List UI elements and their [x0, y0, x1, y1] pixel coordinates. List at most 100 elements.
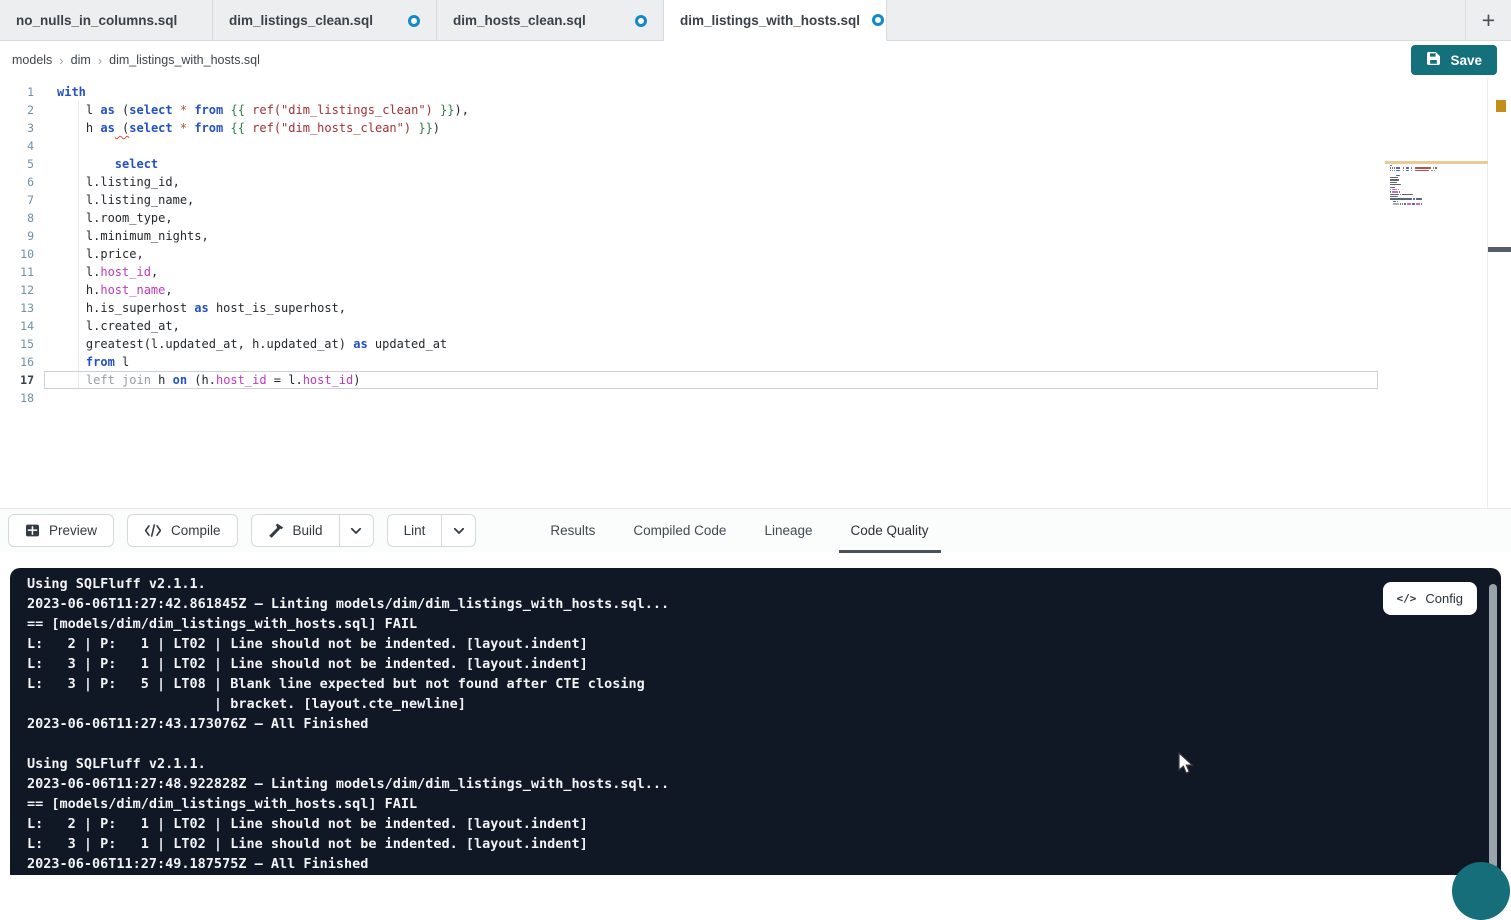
- code-token: as: [194, 301, 208, 315]
- code-token: (h.: [187, 373, 216, 387]
- code-line[interactable]: 17 left join h on (h.host_id = l.host_id…: [0, 371, 1511, 389]
- code-token: ref("dim_listings_clean"): [252, 103, 433, 117]
- editor-tab[interactable]: no_nulls_in_columns.sql: [0, 0, 213, 41]
- minimap-line: [1390, 177, 1462, 178]
- code-editor[interactable]: 1with2 l as (select * from {{ ref("dim_l…: [0, 79, 1511, 508]
- save-button[interactable]: Save: [1411, 45, 1497, 75]
- line-number: 17: [0, 371, 34, 389]
- line-number: 2: [0, 101, 34, 119]
- code-token: ,: [151, 265, 158, 279]
- code-token: with: [57, 85, 86, 99]
- chevron-down-icon: [350, 527, 362, 535]
- line-number: 18: [0, 389, 34, 407]
- panel-tab-lineage[interactable]: Lineage: [750, 509, 826, 553]
- code-line[interactable]: 11 l.host_id,: [0, 263, 1511, 281]
- code-line[interactable]: 12 h.host_name,: [0, 281, 1511, 299]
- line-number: 12: [0, 281, 34, 299]
- code-line[interactable]: 4: [0, 137, 1511, 155]
- config-button[interactable]: </> Config: [1383, 582, 1477, 615]
- code-text: l.host_id,: [57, 263, 158, 281]
- minimap-line: [1390, 201, 1462, 202]
- line-number: 15: [0, 335, 34, 353]
- code-token: host_is_superhost,: [209, 301, 346, 315]
- code-line[interactable]: 6 l.listing_id,: [0, 173, 1511, 191]
- floppy-disk-icon: [1426, 51, 1441, 69]
- code-text: h.is_superhost as host_is_superhost,: [57, 299, 346, 317]
- panel-tab-results[interactable]: Results: [536, 509, 609, 553]
- terminal-line: L: 3 | P: 5 | LT08 | Blank line expected…: [27, 674, 669, 694]
- terminal-line: | bracket. [layout.cte_newline]: [27, 694, 669, 714]
- help-chat-bubble-button[interactable]: [1452, 862, 1510, 920]
- terminal-line: L: 3 | P: 1 | LT02 | Line should not be …: [27, 654, 669, 674]
- terminal-line: Using SQLFluff v2.1.1.: [27, 754, 669, 774]
- code-line[interactable]: 14 l.created_at,: [0, 317, 1511, 335]
- code-line[interactable]: 2 l as (select * from {{ ref("dim_listin…: [0, 101, 1511, 119]
- breadcrumb-item[interactable]: dim_listings_with_hosts.sql: [109, 53, 260, 67]
- code-line[interactable]: 1with: [0, 83, 1511, 101]
- code-line[interactable]: 10 l.price,: [0, 245, 1511, 263]
- code-text: greatest(l.updated_at, h.updated_at) as …: [57, 335, 447, 353]
- code-line[interactable]: 5 select: [0, 155, 1511, 173]
- code-token: [173, 121, 180, 135]
- new-tab-button[interactable]: +: [1465, 0, 1511, 40]
- code-line[interactable]: 3 h as (select * from {{ ref("dim_hosts_…: [0, 119, 1511, 137]
- code-token: updated_at: [368, 337, 447, 351]
- chevron-down-icon: [453, 527, 465, 535]
- code-token: from: [86, 355, 115, 369]
- tab-label: dim_hosts_clean.sql: [453, 13, 586, 28]
- terminal-line: == [models/dim/dim_listings_with_hosts.s…: [27, 614, 669, 634]
- minimap-line: [1390, 203, 1462, 204]
- minimap-line: [1390, 206, 1462, 207]
- code-text: select: [57, 155, 158, 173]
- build-button-group: Build: [251, 514, 374, 547]
- code-token: as: [100, 121, 114, 135]
- editor-tab[interactable]: dim_listings_clean.sql: [213, 0, 437, 41]
- code-line[interactable]: 15 greatest(l.updated_at, h.updated_at) …: [0, 335, 1511, 353]
- code-text: l as (select * from {{ ref("dim_listings…: [57, 101, 469, 119]
- code-token: l: [57, 103, 100, 117]
- terminal-line: L: 2 | P: 1 | LT02 | Line should not be …: [27, 634, 669, 654]
- code-token: }}: [440, 103, 454, 117]
- code-line[interactable]: 18: [0, 389, 1511, 407]
- preview-button[interactable]: Preview: [9, 515, 113, 546]
- terminal-line: 2023-06-06T11:27:43.173076Z — All Finish…: [27, 714, 669, 734]
- compile-button[interactable]: Compile: [128, 515, 237, 546]
- lint-button[interactable]: Lint: [388, 515, 442, 546]
- tab-label: no_nulls_in_columns.sql: [16, 13, 177, 28]
- code-token: ): [433, 121, 440, 135]
- code-token: host_name: [100, 283, 165, 297]
- breadcrumb-item[interactable]: dim: [71, 53, 91, 67]
- panel-tab-compiled-code[interactable]: Compiled Code: [619, 509, 740, 553]
- build-button[interactable]: Build: [252, 515, 339, 546]
- code-line[interactable]: 9 l.minimum_nights,: [0, 227, 1511, 245]
- code-line[interactable]: 7 l.listing_name,: [0, 191, 1511, 209]
- code-line[interactable]: 16 from l: [0, 353, 1511, 371]
- code-text: with: [57, 83, 86, 101]
- editor-tab[interactable]: dim_hosts_clean.sql: [437, 0, 664, 41]
- line-number: 5: [0, 155, 34, 173]
- code-token: [57, 373, 86, 387]
- lint-dropdown-button[interactable]: [441, 515, 475, 546]
- editor-right-separator: [1487, 79, 1488, 508]
- minimap[interactable]: [1390, 165, 1462, 208]
- build-dropdown-button[interactable]: [339, 515, 373, 546]
- minimap-line: [1390, 191, 1462, 192]
- code-line[interactable]: 13 h.is_superhost as host_is_superhost,: [0, 299, 1511, 317]
- code-token: ): [353, 373, 360, 387]
- breadcrumb-item[interactable]: models: [12, 53, 52, 67]
- code-token: [57, 355, 86, 369]
- save-button-label: Save: [1450, 53, 1482, 68]
- code-token: ,: [165, 283, 172, 297]
- code-token: [433, 103, 440, 117]
- editor-tab[interactable]: dim_listings_with_hosts.sql: [664, 0, 887, 41]
- code-line[interactable]: 8 l.room_type,: [0, 209, 1511, 227]
- breadcrumb: models›dim›dim_listings_with_hosts.sql: [0, 53, 260, 68]
- code-token: greatest(l.updated_at, h.updated_at): [57, 337, 353, 351]
- terminal-line: 2023-06-06T11:27:48.922828Z — Linting mo…: [27, 774, 669, 794]
- panel-tab-code-quality[interactable]: Code Quality: [837, 509, 943, 553]
- code-token: h: [57, 121, 100, 135]
- line-number: 16: [0, 353, 34, 371]
- minimap-highlight: [1385, 161, 1488, 164]
- terminal-scrollbar[interactable]: [1489, 584, 1497, 869]
- code-token: l.listing_id,: [57, 175, 180, 189]
